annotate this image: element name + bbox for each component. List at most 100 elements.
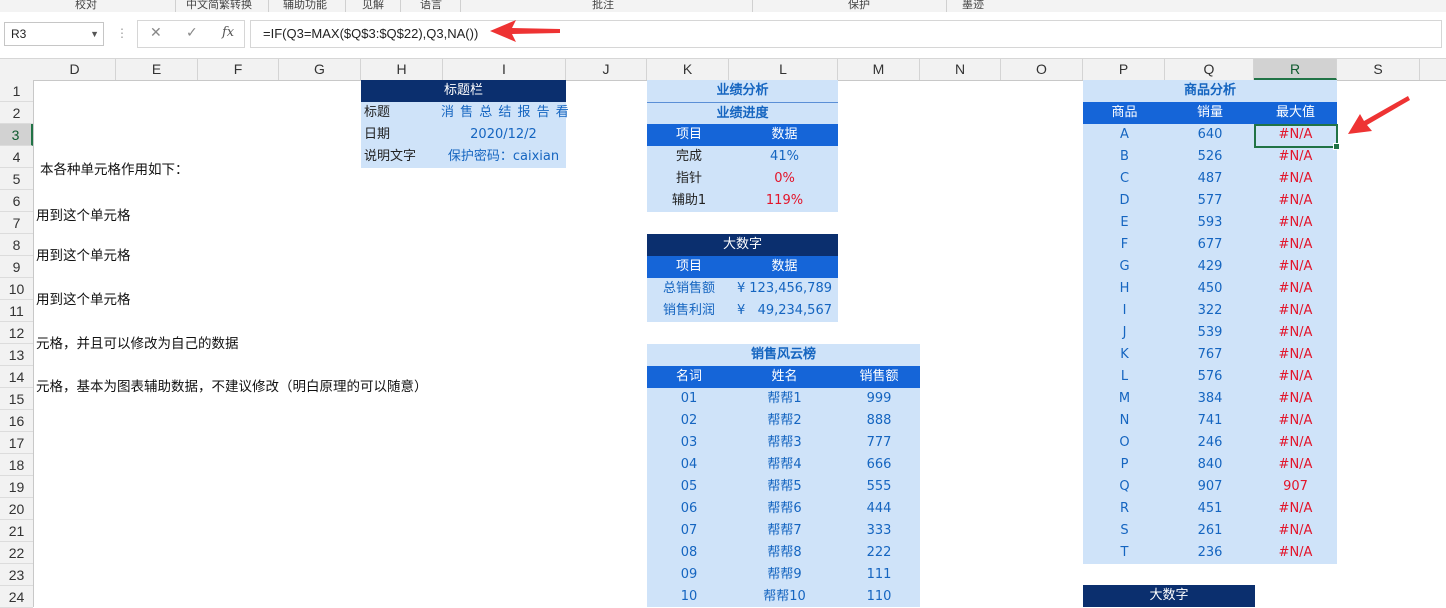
row-header-12[interactable]: 12 [0,322,33,344]
row-header-2[interactable]: 2 [0,102,33,124]
name-box[interactable]: R3 ▼ [4,22,104,46]
ranking-cell[interactable]: 08 [647,542,731,564]
formula-input[interactable]: =IF(Q3=MAX($Q$3:$Q$22),Q3,NA()) [250,20,1442,48]
enter-icon[interactable]: ✓ [186,25,198,41]
product-title[interactable]: 商品分析 [1083,80,1337,102]
row-header-1[interactable]: 1 [0,80,33,102]
perf-subtitle[interactable]: 业绩进度 [647,102,838,124]
big-number-label[interactable]: 销售利润 [647,300,731,322]
product-cell[interactable]: O [1083,432,1166,454]
ranking-cell[interactable]: 03 [647,432,731,454]
product-cell[interactable]: 526 [1166,146,1254,168]
product-cell[interactable]: #N/A [1254,454,1337,476]
big-number-2-title[interactable]: 大数字 [1083,585,1255,607]
row-header-19[interactable]: 19 [0,476,33,498]
perf-row-value[interactable]: 119% [731,190,838,212]
column-header-P[interactable]: P [1083,59,1165,80]
product-cell[interactable]: N [1083,410,1166,432]
cancel-icon[interactable]: ✕ [150,25,162,41]
ranking-cell[interactable]: 555 [838,476,920,498]
title-value[interactable]: 消 售 总 结 报 告 看 板 [441,102,572,124]
column-header-Q[interactable]: Q [1165,59,1254,80]
active-cell-R3[interactable] [1254,124,1340,150]
product-cell[interactable]: 767 [1166,344,1254,366]
ranking-cell[interactable]: 帮帮9 [731,564,838,586]
product-cell[interactable]: G [1083,256,1166,278]
product-cell[interactable]: H [1083,278,1166,300]
row-header-5[interactable]: 5 [0,168,33,190]
product-cell[interactable]: #N/A [1254,278,1337,300]
column-header-N[interactable]: N [920,59,1001,80]
row-header-3[interactable]: 3 [0,124,33,146]
big-number-col-header[interactable]: 数据 [731,256,838,278]
column-header-S[interactable]: S [1337,59,1420,80]
row-header-21[interactable]: 21 [0,520,33,542]
title-block-header[interactable]: 标题栏 [361,80,566,102]
product-cell[interactable]: 907 [1166,476,1254,498]
product-cell[interactable]: Q [1083,476,1166,498]
row-header-13[interactable]: 13 [0,344,33,366]
row-header-22[interactable]: 22 [0,542,33,564]
big-number-value-cell[interactable]: ¥ 49,234,567 [731,300,838,322]
product-cell[interactable]: T [1083,542,1166,564]
ranking-cell[interactable]: 帮帮2 [731,410,838,432]
ranking-cell[interactable]: 02 [647,410,731,432]
product-cell[interactable]: 577 [1166,190,1254,212]
more-options-icon[interactable]: ⋮ [116,26,128,40]
big-number-col-header[interactable]: 项目 [647,256,731,278]
product-cell[interactable]: C [1083,168,1166,190]
row-header-7[interactable]: 7 [0,212,33,234]
ranking-cell[interactable]: 01 [647,388,731,410]
perf-col-header[interactable]: 项目 [647,124,731,146]
ranking-cell[interactable]: 06 [647,498,731,520]
product-cell[interactable]: 677 [1166,234,1254,256]
ranking-cell[interactable]: 888 [838,410,920,432]
ranking-cell[interactable]: 帮帮6 [731,498,838,520]
product-cell[interactable]: #N/A [1254,300,1337,322]
row-header-6[interactable]: 6 [0,190,33,212]
ranking-cell[interactable]: 777 [838,432,920,454]
product-cell[interactable]: 640 [1166,124,1254,146]
big-number-label[interactable]: 总销售额 [647,278,731,300]
product-cell[interactable]: J [1083,322,1166,344]
ranking-cell[interactable]: 333 [838,520,920,542]
column-header-I[interactable]: I [443,59,566,80]
product-cell[interactable]: #N/A [1254,190,1337,212]
row-header-23[interactable]: 23 [0,564,33,586]
ranking-cell[interactable]: 05 [647,476,731,498]
product-cell[interactable]: F [1083,234,1166,256]
perf-title[interactable]: 业绩分析 [647,80,838,102]
product-cell[interactable]: #N/A [1254,432,1337,454]
ranking-title[interactable]: 销售风云榜 [647,344,920,366]
product-cell[interactable]: K [1083,344,1166,366]
column-header-M[interactable]: M [838,59,920,80]
chevron-down-icon[interactable]: ▼ [90,23,99,45]
product-cell[interactable]: 450 [1166,278,1254,300]
product-cell[interactable]: #N/A [1254,366,1337,388]
perf-row-label[interactable]: 完成 [647,146,731,168]
column-header-E[interactable]: E [116,59,198,80]
column-header-H[interactable]: H [361,59,443,80]
perf-row-label[interactable]: 指针 [647,168,731,190]
big-number-value-cell[interactable]: ¥ 123,456,789 [731,278,838,300]
product-cell[interactable]: 236 [1166,542,1254,564]
product-cell[interactable]: 322 [1166,300,1254,322]
product-cell[interactable]: S [1083,520,1166,542]
ranking-cell[interactable]: 帮帮3 [731,432,838,454]
insert-function-icon[interactable]: fx [222,25,234,40]
product-cell[interactable]: 451 [1166,498,1254,520]
product-cell[interactable]: 261 [1166,520,1254,542]
product-cell[interactable]: 384 [1166,388,1254,410]
ranking-cell[interactable]: 帮帮7 [731,520,838,542]
product-cell[interactable]: 429 [1166,256,1254,278]
product-cell[interactable]: 576 [1166,366,1254,388]
product-cell[interactable]: D [1083,190,1166,212]
row-header-20[interactable]: 20 [0,498,33,520]
product-cell[interactable]: 907 [1254,476,1337,498]
perf-row-value[interactable]: 0% [731,168,838,190]
column-header-O[interactable]: O [1001,59,1083,80]
ranking-cell[interactable]: 444 [838,498,920,520]
product-col-header[interactable]: 最大值 [1254,102,1337,124]
column-header-G[interactable]: G [279,59,361,80]
product-cell[interactable]: 741 [1166,410,1254,432]
